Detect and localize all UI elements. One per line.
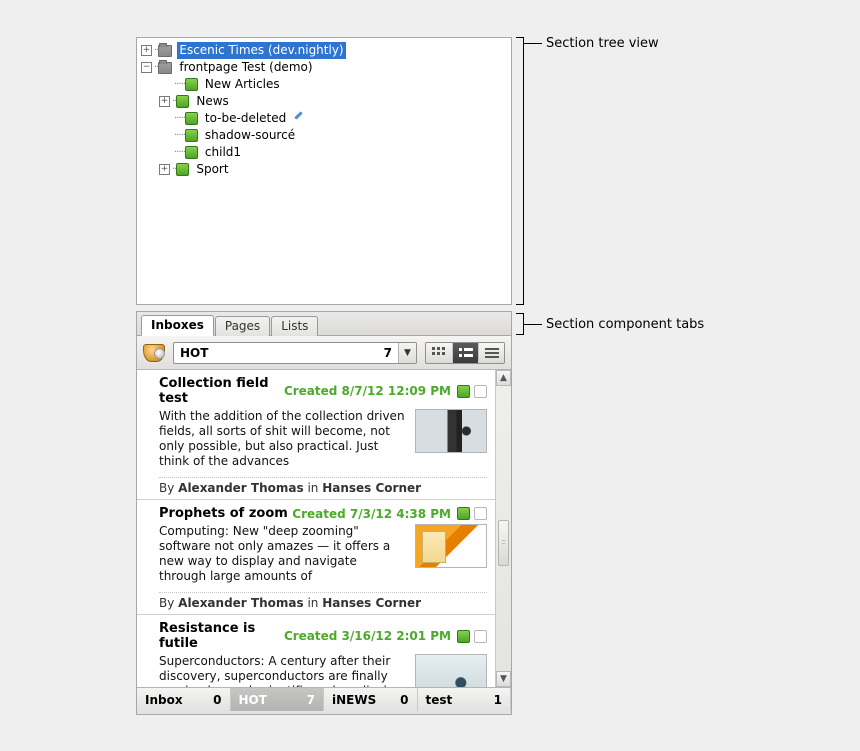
- status-cell-hot[interactable]: HOT 7: [231, 688, 325, 711]
- status-empty-icon: [474, 630, 487, 643]
- tree-label[interactable]: News: [194, 93, 230, 110]
- inbox-icon: [143, 344, 165, 362]
- status-published-icon: [457, 630, 470, 643]
- item-title: Collection field test: [159, 376, 284, 406]
- annotation-tree-label: Section tree view: [546, 36, 659, 51]
- item-byline: By Alexander Thomas in Hanses Corner: [159, 477, 487, 495]
- tree-label[interactable]: frontpage Test (demo): [177, 59, 314, 76]
- section-icon: [185, 112, 198, 125]
- inbox-selector-count: 7: [378, 346, 398, 360]
- view-mode-group: [425, 342, 505, 364]
- folder-icon: [158, 45, 172, 57]
- compact-icon: [485, 348, 499, 358]
- component-tabbar: Inboxes Pages Lists: [137, 312, 511, 336]
- view-compact-button[interactable]: [478, 343, 504, 363]
- expand-icon[interactable]: +: [159, 96, 170, 107]
- inbox-selector[interactable]: HOT 7 ▼: [173, 342, 417, 364]
- item-summary: Superconductors: A century after their d…: [159, 654, 405, 687]
- status-cell-inews[interactable]: iNEWS 0: [324, 688, 418, 711]
- section-icon: [176, 95, 189, 108]
- section-icon: [185, 146, 198, 159]
- scroll-thumb[interactable]: [498, 520, 509, 566]
- item-title: Prophets of zoom: [159, 506, 292, 521]
- status-published-icon: [457, 507, 470, 520]
- section-components-panel: Inboxes Pages Lists HOT 7 ▼: [136, 311, 512, 715]
- tree-row-child1[interactable]: ····· child1: [141, 144, 505, 161]
- tree-row-news[interactable]: + ·· News: [141, 93, 505, 110]
- inbox-statusbar: Inbox 0 HOT 7 iNEWS 0 test 1: [137, 687, 511, 711]
- section-tree-panel: + ·· Escenic Times (dev.nightly) − ·· fr…: [136, 37, 512, 305]
- list-icon: [459, 347, 473, 359]
- status-empty-icon: [474, 385, 487, 398]
- annotation-tabs-label: Section component tabs: [546, 317, 704, 332]
- tree-row-to-be-deleted[interactable]: ····· to-be-deleted: [141, 110, 505, 127]
- inbox-toolbar: HOT 7 ▼: [137, 336, 511, 370]
- pencil-icon: [292, 112, 306, 126]
- status-empty-icon: [474, 507, 487, 520]
- section-tree[interactable]: + ·· Escenic Times (dev.nightly) − ·· fr…: [137, 38, 511, 182]
- status-cell-test[interactable]: test 1: [418, 688, 512, 711]
- item-title: Resistance is futile: [159, 621, 284, 651]
- collapse-icon[interactable]: −: [141, 62, 152, 73]
- tree-row-new-articles[interactable]: ····· New Articles: [141, 76, 505, 93]
- tree-row-shadow-source[interactable]: ····· shadow-sourcé: [141, 127, 505, 144]
- section-icon: [185, 129, 198, 142]
- item-created: Created 7/3/12 4:38 PM: [292, 507, 451, 521]
- inbox-selector-label: HOT: [174, 346, 378, 360]
- inbox-list[interactable]: Collection field test Created 8/7/12 12:…: [137, 370, 495, 687]
- list-item[interactable]: Prophets of zoom Created 7/3/12 4:38 PM …: [137, 500, 495, 615]
- tree-row-root-escenic[interactable]: + ·· Escenic Times (dev.nightly): [141, 42, 505, 59]
- chevron-down-icon[interactable]: ▼: [398, 343, 416, 363]
- list-item[interactable]: Resistance is futile Created 3/16/12 2:0…: [137, 615, 495, 687]
- item-created: Created 3/16/12 2:01 PM: [284, 629, 451, 643]
- tab-inboxes[interactable]: Inboxes: [141, 315, 214, 336]
- tree-label[interactable]: to-be-deleted: [203, 110, 288, 127]
- tree-row-root-frontpage[interactable]: − ·· frontpage Test (demo): [141, 59, 505, 76]
- tree-label[interactable]: Escenic Times (dev.nightly): [177, 42, 345, 59]
- item-thumbnail: [415, 524, 487, 568]
- tree-label[interactable]: shadow-sourcé: [203, 127, 297, 144]
- tree-row-sport[interactable]: + ·· Sport: [141, 161, 505, 178]
- scroll-down-button[interactable]: ▼: [496, 671, 511, 687]
- view-grid-button[interactable]: [426, 343, 452, 363]
- vertical-scrollbar[interactable]: ▲ ▼: [495, 370, 511, 687]
- status-cell-inbox[interactable]: Inbox 0: [137, 688, 231, 711]
- expand-icon[interactable]: +: [141, 45, 152, 56]
- scroll-up-button[interactable]: ▲: [496, 370, 511, 386]
- section-icon: [176, 163, 189, 176]
- item-byline: By Alexander Thomas in Hanses Corner: [159, 592, 487, 610]
- tab-pages[interactable]: Pages: [215, 316, 270, 336]
- list-item[interactable]: Collection field test Created 8/7/12 12:…: [137, 370, 495, 500]
- grid-icon: [432, 347, 446, 359]
- section-icon: [185, 78, 198, 91]
- folder-icon: [158, 62, 172, 74]
- item-created: Created 8/7/12 12:09 PM: [284, 384, 451, 398]
- item-summary: Computing: New "deep zooming" software n…: [159, 524, 405, 584]
- tree-label[interactable]: child1: [203, 144, 243, 161]
- tab-lists[interactable]: Lists: [271, 316, 318, 336]
- tree-label[interactable]: New Articles: [203, 76, 282, 93]
- expand-icon[interactable]: +: [159, 164, 170, 175]
- item-summary: With the addition of the collection driv…: [159, 409, 405, 469]
- status-published-icon: [457, 385, 470, 398]
- item-thumbnail: [415, 654, 487, 687]
- tree-label[interactable]: Sport: [194, 161, 230, 178]
- inbox-list-area: Collection field test Created 8/7/12 12:…: [137, 370, 511, 687]
- view-list-button[interactable]: [452, 343, 478, 363]
- item-thumbnail: [415, 409, 487, 453]
